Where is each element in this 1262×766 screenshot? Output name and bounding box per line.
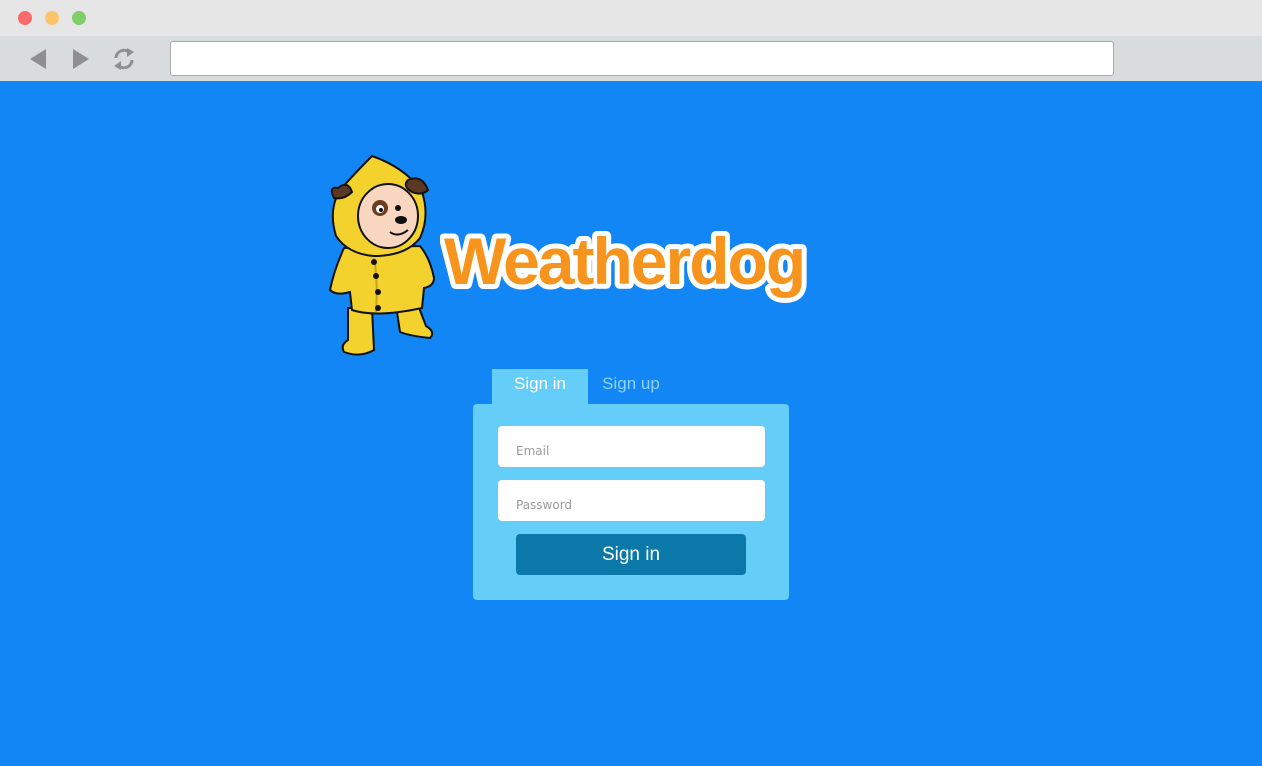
reload-icon [114, 48, 134, 70]
address-bar[interactable] [170, 41, 1114, 76]
reload-button[interactable] [110, 45, 138, 73]
close-window-button[interactable] [18, 11, 32, 25]
maximize-window-button[interactable] [72, 11, 86, 25]
forward-button[interactable] [67, 45, 95, 73]
password-field[interactable] [498, 480, 765, 521]
sign-in-form: Sign in [473, 404, 789, 600]
browser-titlebar [0, 0, 1262, 36]
forward-arrow-icon [73, 49, 89, 69]
back-arrow-icon [30, 49, 46, 69]
minimize-window-button[interactable] [45, 11, 59, 25]
weatherdog-mascot-logo [328, 154, 436, 356]
tab-sign-up[interactable]: Sign up [590, 369, 672, 405]
back-button[interactable] [24, 45, 52, 73]
browser-toolbar [0, 36, 1262, 81]
email-field[interactable] [498, 426, 765, 467]
brand-name: Weatherdog [444, 224, 804, 298]
weatherdog-wordmark: Weatherdog Weatherdog [440, 219, 811, 303]
tab-sign-in[interactable]: Sign in [492, 369, 588, 405]
sign-in-button[interactable]: Sign in [516, 534, 746, 575]
